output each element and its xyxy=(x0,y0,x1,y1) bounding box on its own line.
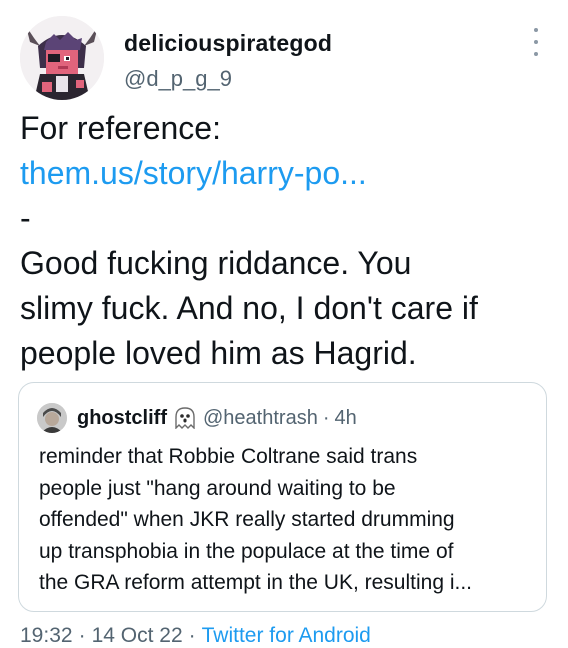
article-link[interactable]: them.us/story/harry-po... xyxy=(20,151,550,196)
separator-dot: · xyxy=(188,624,196,647)
more-dot xyxy=(534,28,538,32)
quoted-text-line: up transphobia in the populace at the ti… xyxy=(39,539,454,563)
more-vertical-icon[interactable] xyxy=(528,28,544,56)
pixel-art-avatar-icon xyxy=(20,16,104,100)
tweet-text-line: people loved him as Hagrid. xyxy=(20,335,417,371)
tweet-card: deliciouspirategod @d_p_g_9 For referenc… xyxy=(0,0,568,647)
more-dot xyxy=(534,52,538,56)
quoted-timestamp: 4h xyxy=(334,406,357,429)
photo-avatar-icon xyxy=(37,403,67,433)
separator-dot: · xyxy=(322,406,330,429)
author-display-name[interactable]: deliciouspirategod xyxy=(124,30,332,57)
quoted-text-line: offended" when JKR really started drummi… xyxy=(39,508,455,531)
quoted-display-name: ghostcliff xyxy=(77,406,167,429)
quoted-header: ghostcliff @heathtrash · 4h xyxy=(77,403,357,433)
tweet-text-line: For reference: xyxy=(20,110,221,146)
tweet-text-line: slimy fuck. And no, I don't care if xyxy=(20,290,478,326)
quoted-handle: @heathtrash xyxy=(203,406,318,429)
tweet-text-line: - xyxy=(20,200,31,236)
more-dot xyxy=(534,40,538,44)
quoted-author-avatar xyxy=(37,403,67,433)
quoted-text: reminder that Robbie Coltrane said trans… xyxy=(39,441,534,599)
quoted-tweet[interactable]: ghostcliff @heathtrash · 4h reminder tha… xyxy=(18,382,547,612)
tweet-text: For reference: them.us/story/harry-po...… xyxy=(20,106,550,376)
quoted-text-line: reminder that Robbie Coltrane said trans xyxy=(39,445,418,468)
tweet-text-line: Good fucking riddance. You xyxy=(20,245,412,281)
ghost-emoji-icon xyxy=(175,407,195,430)
author-handle[interactable]: @d_p_g_9 xyxy=(124,66,232,92)
quoted-text-line: the GRA reform attempt in the UK, result… xyxy=(39,571,473,594)
tweet-source-link[interactable]: Twitter for Android xyxy=(202,624,371,647)
tweet-date[interactable]: 14 Oct 22 xyxy=(92,624,183,647)
quoted-text-line: people just "hang around waiting to be xyxy=(39,476,396,500)
separator-dot: · xyxy=(78,624,86,647)
tweet-time[interactable]: 19:32 xyxy=(20,624,73,647)
tweet-meta: 19:32 · 14 Oct 22 · Twitter for Android xyxy=(20,624,371,648)
author-avatar[interactable] xyxy=(20,16,104,100)
